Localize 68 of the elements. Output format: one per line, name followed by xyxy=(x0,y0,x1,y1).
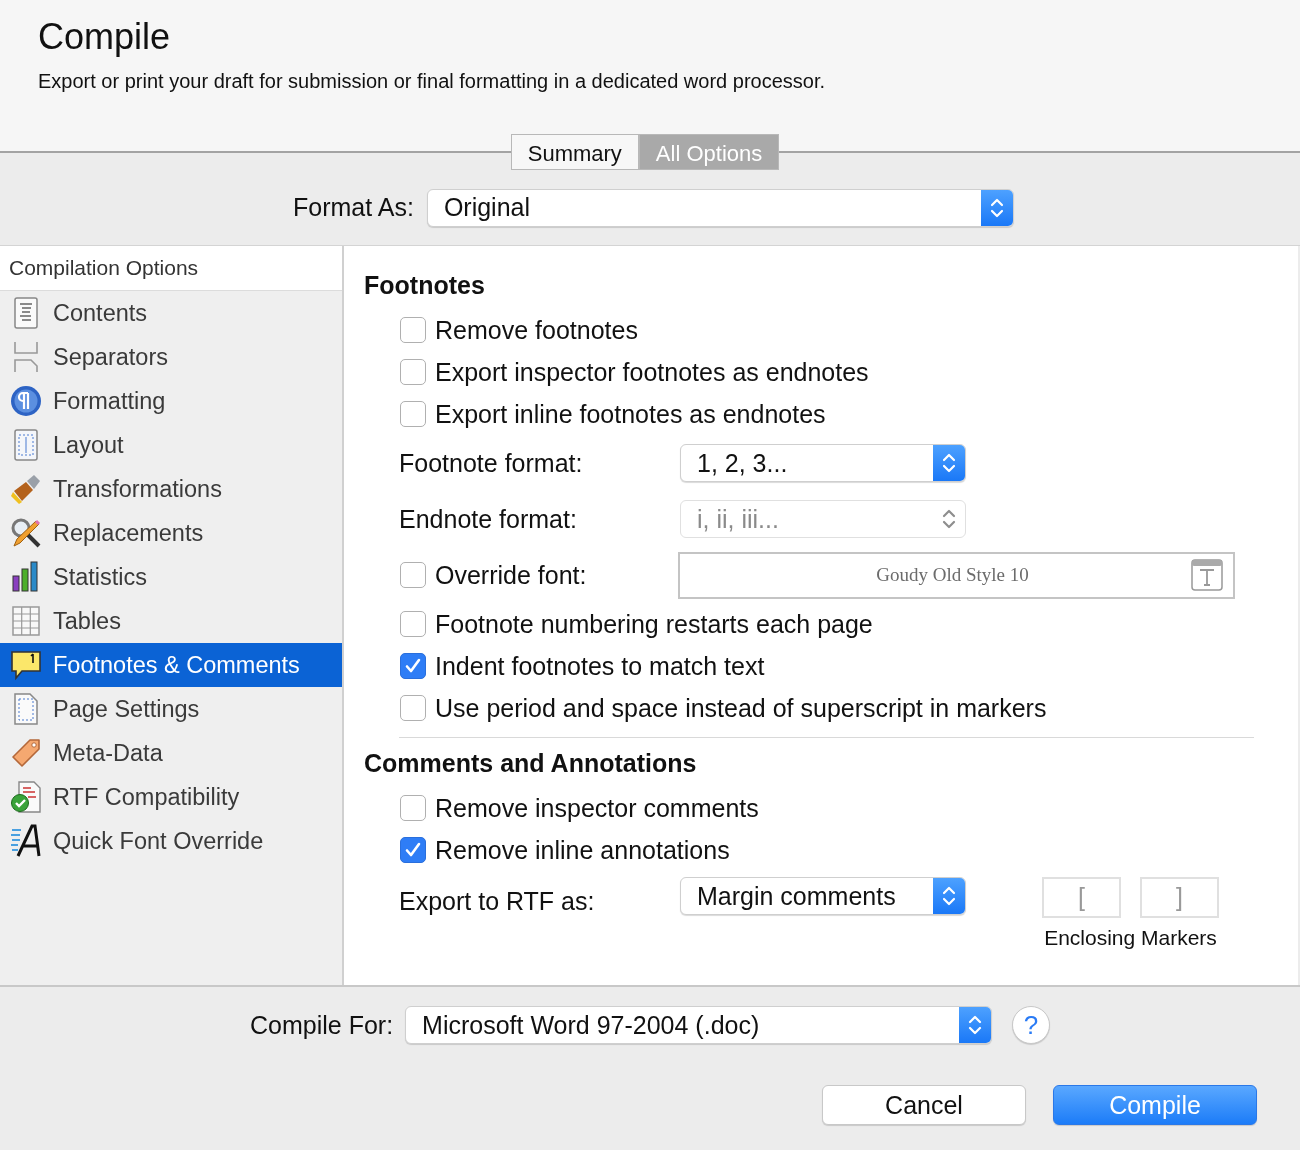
popup-button[interactable]: 1, 2, 3... xyxy=(680,444,966,482)
magnifier-pencil-icon xyxy=(10,517,42,549)
font-panel-icon xyxy=(1191,559,1223,591)
tab[interactable]: Summary xyxy=(510,134,639,170)
stepper-arrows-icon xyxy=(942,884,956,908)
document-checkmark-icon xyxy=(10,781,42,813)
sidebar-item[interactable]: Formatting xyxy=(0,379,342,423)
blank-page-icon xyxy=(13,693,39,725)
option-label: Remove footnotes xyxy=(435,315,638,345)
sidebar-item[interactable]: Page Settings xyxy=(0,687,342,731)
bar-chart-icon xyxy=(11,561,41,593)
option-label: Remove inline annotations xyxy=(435,835,730,865)
compile-for-label: Compile For: xyxy=(250,1010,394,1040)
sidebar-item[interactable]: Quick Font Override xyxy=(0,819,342,863)
section-heading: Comments and Annotations xyxy=(364,748,698,779)
dialog-title: Compile xyxy=(38,16,172,58)
page-layout-icon xyxy=(13,429,39,461)
font-field[interactable]: Goudy Old Style 10 xyxy=(678,551,1235,599)
popup-button[interactable]: Original xyxy=(426,188,1014,227)
popup-button[interactable]: Margin comments xyxy=(680,877,966,915)
page-break-icon xyxy=(12,341,40,373)
checkbox[interactable] xyxy=(400,401,426,427)
checkbox[interactable] xyxy=(400,562,426,588)
checkbox[interactable] xyxy=(400,695,426,721)
sidebar-header: Compilation Options xyxy=(0,246,342,291)
sidebar-item[interactable]: Layout xyxy=(0,423,342,467)
option-label: Indent footnotes to match text xyxy=(435,651,765,681)
tag-icon xyxy=(10,737,42,769)
paragraph-mark-icon xyxy=(10,385,42,417)
paintbrush-icon xyxy=(10,473,42,505)
field-label: Endnote format: xyxy=(399,504,578,534)
dialog-subtitle: Export or print your draft for submission or final formatting in a dedicated word processor. xyxy=(38,70,827,93)
option-label: Footnote numbering restarts each page xyxy=(435,609,873,639)
popup-button[interactable]: Microsoft Word 97-2004 (.doc) xyxy=(405,1006,993,1044)
sidebar-item[interactable]: Meta-Data xyxy=(0,731,342,775)
sidebar-item[interactable]: Separators xyxy=(0,335,342,379)
field-label: Footnote format: xyxy=(399,448,584,478)
document-list-icon xyxy=(13,297,39,329)
sidebar-item[interactable]: Footnotes & Comments xyxy=(0,643,342,687)
format-as-label: Format As: xyxy=(293,193,414,222)
letter-a-icon xyxy=(10,824,42,858)
sidebar-item[interactable]: Tables xyxy=(0,599,342,643)
table-grid-icon xyxy=(12,606,40,636)
checkbox[interactable] xyxy=(400,653,426,679)
speech-bubble-icon xyxy=(10,649,42,681)
sidebar-item[interactable]: Replacements xyxy=(0,511,342,555)
checkbox[interactable] xyxy=(400,795,426,821)
sidebar-item[interactable]: Statistics xyxy=(0,555,342,599)
stepper-arrows-icon xyxy=(942,451,956,475)
stepper-arrows-icon xyxy=(968,1013,983,1037)
option-label: Export inspector footnotes as endnotes xyxy=(435,357,869,387)
stepper-arrows-icon xyxy=(942,507,956,531)
markers-label: Enclosing Markers xyxy=(1044,926,1217,950)
dialog-button[interactable]: Cancel xyxy=(822,1085,1026,1125)
sidebar-item[interactable]: Transformations xyxy=(0,467,342,511)
option-label: Use period and space instead of superscript in markers xyxy=(435,693,1047,723)
sidebar-item[interactable]: RTF Compatibility xyxy=(0,775,342,819)
help-button[interactable]: ? xyxy=(1012,1006,1051,1044)
option-label: Export inline footnotes as endnotes xyxy=(435,399,826,429)
field-label: Export to RTF as: xyxy=(399,887,596,916)
checkbox[interactable] xyxy=(400,317,426,343)
section-heading: Footnotes xyxy=(364,270,486,301)
checkbox[interactable] xyxy=(400,359,426,385)
sidebar-item[interactable]: Contents xyxy=(0,291,342,335)
option-label: Override font: xyxy=(435,560,588,590)
checkbox[interactable] xyxy=(400,837,426,863)
option-label: Remove inspector comments xyxy=(435,793,759,823)
checkbox[interactable] xyxy=(400,611,426,637)
